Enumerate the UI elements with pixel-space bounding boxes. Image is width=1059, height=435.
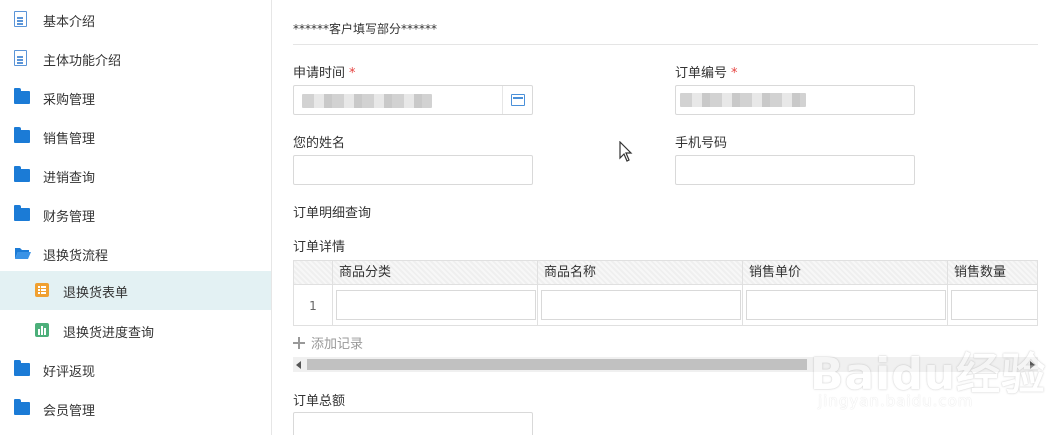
baidu-jingyan-watermark: Baidu经验 jingyan.baidu.com	[810, 320, 1045, 420]
bar-chart-icon	[34, 322, 50, 338]
sidebar-item-sales[interactable]: 销售管理	[0, 117, 271, 156]
form-icon	[34, 282, 50, 298]
sidebar-item-label: 退换货进度查询	[63, 326, 155, 341]
order-detail-query-label: 订单明细查询	[293, 206, 372, 221]
row-number: 1	[309, 299, 317, 313]
folder-icon	[14, 88, 30, 105]
sidebar-item-label: 进销查询	[43, 171, 96, 186]
document-icon	[14, 11, 30, 27]
folder-icon	[14, 205, 30, 222]
order-no-label: 订单编号 *	[675, 62, 738, 81]
phone-field[interactable]	[675, 155, 915, 185]
category-cell-input[interactable]	[336, 290, 536, 320]
cell-divider	[742, 285, 743, 325]
sidebar-item-returns-form[interactable]: 退换货表单	[0, 271, 271, 310]
order-detail-label: 订单详情	[293, 240, 346, 255]
sidebar-item-basic-intro[interactable]: 基本介绍	[0, 0, 271, 39]
order-detail-table: 商品分类 商品名称 销售单价 销售数量 1	[293, 260, 1038, 326]
scrollbar-thumb[interactable]	[307, 359, 807, 370]
folder-open-icon	[14, 245, 31, 261]
phone-label: 手机号码	[675, 136, 728, 151]
column-header: 商品分类	[332, 261, 537, 285]
required-mark: *	[349, 66, 356, 81]
sidebar-item-label: 销售管理	[43, 132, 96, 147]
cell-divider	[537, 285, 538, 325]
column-header: 销售数量	[947, 261, 1037, 285]
section-title: ******客户填写部分******	[293, 22, 438, 36]
redacted-value	[680, 93, 806, 107]
sidebar-item-membership[interactable]: 会员管理	[0, 389, 271, 428]
sidebar-item-label: 退换货表单	[63, 286, 129, 301]
sidebar-item-main-features[interactable]: 主体功能介绍	[0, 39, 271, 78]
name-field[interactable]	[293, 155, 533, 185]
sidebar-item-label: 会员管理	[43, 404, 96, 419]
column-header: 销售单价	[742, 261, 947, 285]
apply-time-label-text: 申请时间	[293, 66, 346, 81]
date-picker-button[interactable]	[502, 86, 532, 114]
product-name-cell-input[interactable]	[541, 290, 741, 320]
folder-icon	[14, 399, 30, 416]
watermark-sub-text: jingyan.baidu.com	[818, 392, 974, 410]
sidebar-item-good-review-cashback[interactable]: 好评返现	[0, 350, 271, 389]
apply-time-label: 申请时间 *	[293, 62, 356, 81]
order-total-field[interactable]	[293, 412, 533, 435]
sidebar-item-returns-progress[interactable]: 退换货进度查询	[0, 311, 271, 350]
add-record-button[interactable]: 添加记录	[293, 333, 363, 352]
document-icon	[14, 50, 30, 66]
name-label: 您的姓名	[293, 136, 346, 151]
folder-icon	[14, 166, 30, 183]
sidebar-item-label: 退换货流程	[43, 249, 109, 264]
add-record-label: 添加记录	[311, 337, 364, 352]
sidebar-item-label: 基本介绍	[43, 15, 96, 30]
sidebar-item-label: 财务管理	[43, 210, 96, 225]
required-mark: *	[731, 66, 738, 81]
order-no-field[interactable]	[675, 85, 915, 115]
sidebar-item-returns-flow[interactable]: 退换货流程	[0, 234, 271, 273]
sidebar: 基本介绍 主体功能介绍 采购管理 销售管理 进销查询 财务管理 退换货流程 退换…	[0, 0, 272, 435]
unit-price-cell-input[interactable]	[746, 290, 946, 320]
sidebar-item-label: 采购管理	[43, 93, 96, 108]
mouse-cursor-icon	[619, 141, 633, 162]
folder-icon	[14, 127, 30, 144]
apply-time-field[interactable]	[293, 85, 533, 115]
redacted-value	[302, 94, 432, 108]
table-header: 商品分类 商品名称 销售单价 销售数量	[294, 261, 1037, 285]
cell-divider	[332, 285, 333, 325]
order-no-label-text: 订单编号	[675, 66, 728, 81]
section-divider	[293, 44, 1038, 45]
plus-icon	[293, 336, 305, 349]
quantity-cell-input[interactable]	[951, 290, 1037, 320]
sidebar-item-label: 好评返现	[43, 365, 96, 380]
calendar-icon	[510, 94, 525, 106]
folder-icon	[14, 360, 30, 377]
column-header: 商品名称	[537, 261, 742, 285]
sidebar-item-label: 主体功能介绍	[43, 54, 122, 69]
sidebar-item-purchase[interactable]: 采购管理	[0, 78, 271, 117]
order-total-label: 订单总额	[293, 394, 346, 409]
sidebar-item-finance[interactable]: 财务管理	[0, 195, 271, 234]
sidebar-item-inventory-query[interactable]: 进销查询	[0, 156, 271, 195]
scroll-left-icon[interactable]	[296, 361, 301, 369]
